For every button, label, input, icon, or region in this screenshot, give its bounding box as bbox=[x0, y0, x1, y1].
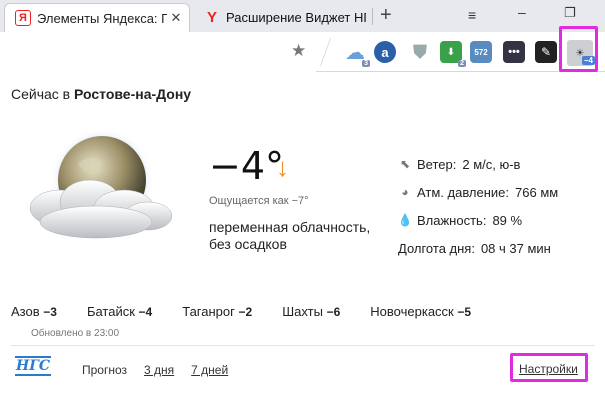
temperature-value: −4° bbox=[209, 144, 285, 188]
restore-icon[interactable]: ❐ bbox=[564, 5, 576, 21]
nearby-city-temp: −4 bbox=[138, 305, 153, 319]
detail-label: Влажность: bbox=[417, 212, 487, 228]
drop-icon: 💧 bbox=[397, 213, 413, 227]
nearby-city-name: Шахты bbox=[282, 304, 323, 319]
nearby-city[interactable]: Азов −3 bbox=[11, 304, 57, 319]
weather-popup: Сейчас в Ростове-на-Дону −4° ↓ Ощущается… bbox=[0, 72, 605, 393]
nearby-city[interactable]: Новочеркасск −5 bbox=[370, 304, 471, 319]
nearby-city-name: Таганрог bbox=[182, 304, 235, 319]
wind-arrow-icon: ⬉ bbox=[399, 157, 411, 171]
detail-value: 08 ч 37 мин bbox=[480, 240, 551, 256]
menu-icon[interactable]: ≡ bbox=[468, 7, 476, 23]
cloud-extension-icon[interactable]: ☁ 3 bbox=[344, 41, 370, 67]
nearby-city-temp: −5 bbox=[457, 305, 472, 319]
nearby-city-temp: −2 bbox=[238, 305, 253, 319]
download-extension-icon[interactable]: ⬇ 2 bbox=[440, 41, 466, 67]
tab-divider bbox=[372, 8, 373, 25]
detail-pressure: ◕ Атм. давление: 766 мм bbox=[398, 178, 558, 206]
detail-value: 89 % bbox=[492, 212, 523, 228]
shield-icon[interactable]: ⛊ bbox=[409, 41, 431, 63]
yandex-favicon-icon: Y bbox=[206, 9, 217, 26]
nearby-city-name: Батайск bbox=[86, 304, 135, 319]
nearby-city-temp: −3 bbox=[43, 305, 57, 319]
counter-extension-icon[interactable]: 572 bbox=[470, 41, 492, 63]
bookmark-star-icon[interactable]: ★ bbox=[291, 41, 306, 61]
weather-extension-highlight bbox=[559, 26, 598, 72]
feels-like: Ощущается как −7° bbox=[209, 195, 309, 207]
dots-extension-icon[interactable]: ••• bbox=[503, 41, 525, 63]
cloud-badge: 3 bbox=[362, 60, 370, 67]
nearby-city[interactable]: Шахты −6 bbox=[282, 304, 340, 319]
address-bar[interactable] bbox=[0, 32, 316, 72]
browser-toolbar: ★ ☁ 3 a ⛊ ⬇ 2 572 ••• ✎ ☀ −4 bbox=[0, 32, 605, 72]
updated-time: Обновлено в 23:00 bbox=[31, 328, 120, 339]
forecast-7-days-link[interactable]: 7 дней bbox=[191, 363, 228, 377]
forecast-3-days-link[interactable]: 3 дня bbox=[144, 363, 174, 377]
detail-label: Атм. давление: bbox=[417, 184, 510, 200]
nearby-city-name: Новочеркасск bbox=[370, 304, 454, 319]
detail-value: 766 мм bbox=[515, 184, 559, 200]
weather-globe-icon bbox=[29, 130, 173, 239]
detail-wind: ⬉ Ветер: 2 м/с, ю-в bbox=[398, 150, 558, 178]
logo-text: НГС bbox=[15, 356, 52, 376]
forecast-label: Прогноз bbox=[82, 363, 128, 377]
counter-badge: 572 bbox=[474, 47, 488, 57]
detail-humidity: 💧 Влажность: 89 % bbox=[398, 206, 558, 234]
condition-text: переменная облачность, без осадков bbox=[209, 219, 371, 252]
city-prefix: Сейчас в bbox=[11, 86, 71, 102]
a-extension-icon[interactable]: a bbox=[374, 41, 396, 63]
divider bbox=[11, 345, 595, 346]
nearby-city-temp: −6 bbox=[326, 305, 341, 319]
city-name: Ростове-на-Дону bbox=[74, 86, 192, 102]
current-city-line: Сейчас в Ростове-на-Дону bbox=[11, 86, 191, 102]
detail-label: Ветер: bbox=[417, 156, 457, 172]
pressure-gauge-icon: ◕ bbox=[401, 185, 409, 199]
forecast-links: Прогноз 3 дня 7 дней bbox=[82, 363, 228, 377]
pen-extension-icon[interactable]: ✎ bbox=[535, 41, 557, 63]
tab-widget-extension[interactable]: Y Расширение Виджет НГ bbox=[194, 3, 366, 32]
detail-daylength: Долгота дня: 08 ч 37 мин bbox=[398, 234, 558, 262]
detail-value: 2 м/с, ю-в bbox=[462, 156, 521, 172]
tab-yandex-elements[interactable]: Я Элементы Яндекса: Г ✕ bbox=[4, 3, 190, 32]
settings-highlight bbox=[510, 353, 588, 382]
nearby-city-name: Азов bbox=[11, 304, 40, 319]
download-badge: 2 bbox=[458, 60, 466, 67]
minimize-icon[interactable]: – bbox=[518, 4, 526, 20]
tab-title: Расширение Виджет НГ bbox=[226, 10, 366, 25]
nearby-city[interactable]: Батайск −4 bbox=[87, 304, 152, 319]
tab-strip: Я Элементы Яндекса: Г ✕ Y Расширение Вид… bbox=[0, 0, 605, 32]
yandex-favicon-icon: Я bbox=[15, 10, 31, 26]
ngs-logo[interactable]: НГС bbox=[15, 356, 52, 378]
nearby-city[interactable]: Таганрог −2 bbox=[182, 304, 252, 319]
arrow-down-icon: ↓ bbox=[276, 152, 289, 182]
tab-title: Элементы Яндекса: Г bbox=[37, 10, 167, 26]
close-icon[interactable]: ✕ bbox=[167, 10, 185, 26]
detail-label: Долгота дня: bbox=[398, 240, 475, 256]
nearby-cities: Азов −3 Батайск −4 Таганрог −2 Шахты −6 … bbox=[11, 304, 501, 319]
weather-details: ⬉ Ветер: 2 м/с, ю-в ◕ Атм. давление: 766… bbox=[398, 150, 559, 262]
new-tab-icon[interactable]: + bbox=[380, 5, 392, 25]
